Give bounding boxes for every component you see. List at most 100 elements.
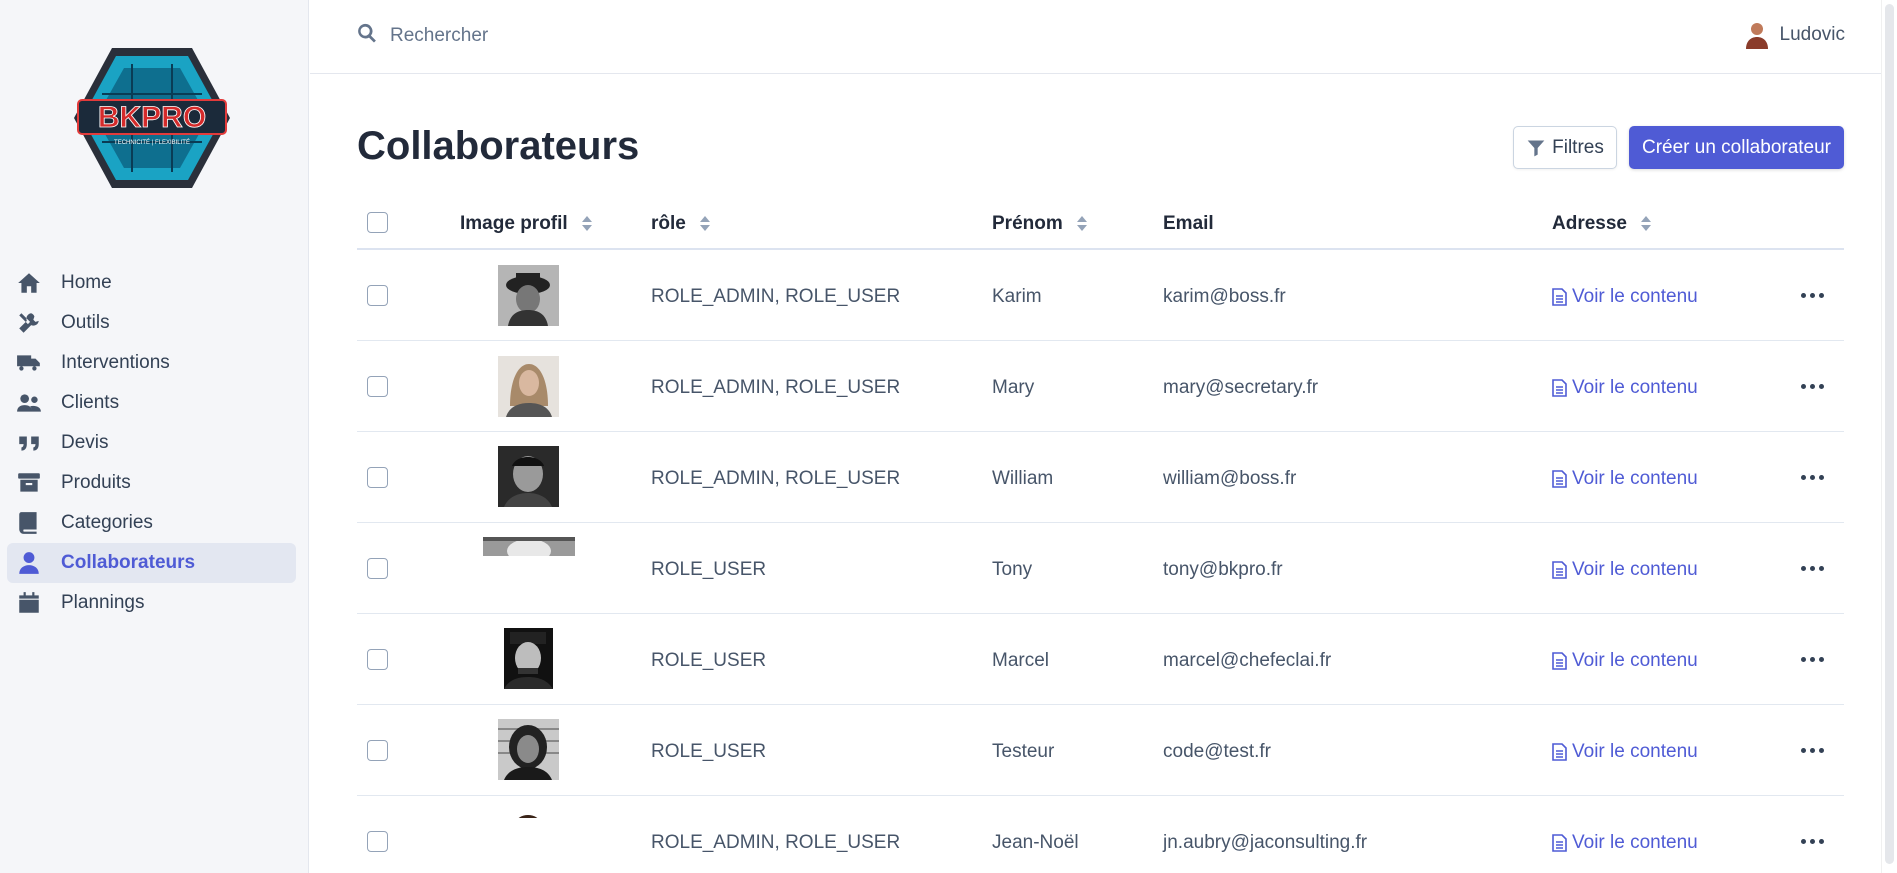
vertical-scrollbar[interactable] <box>1881 0 1897 873</box>
view-address-link[interactable]: Voir le contenu <box>1552 468 1698 490</box>
sidebar-item-label: Collaborateurs <box>61 552 196 573</box>
sidebar-item-label: Devis <box>61 432 109 453</box>
row-checkbox[interactable] <box>367 831 388 852</box>
scrollbar-thumb[interactable] <box>1885 4 1894 864</box>
table-row: ROLE_ADMIN, ROLE_USER Jean-Noël jn.aubry… <box>357 796 1844 873</box>
view-address-link[interactable]: Voir le contenu <box>1552 559 1698 581</box>
header-email: Email <box>1163 213 1214 235</box>
profile-image <box>483 537 575 556</box>
view-address-label: Voir le contenu <box>1572 468 1698 489</box>
document-icon <box>1552 743 1567 761</box>
sort-icon <box>1641 216 1651 232</box>
profile-image <box>498 719 559 780</box>
document-icon <box>1552 288 1567 306</box>
sidebar-item-interventions[interactable]: Interventions <box>7 343 296 383</box>
header-adresse[interactable]: Adresse <box>1552 213 1651 235</box>
profile-image <box>515 810 541 818</box>
sidebar-item-produits[interactable]: Produits <box>7 463 296 503</box>
view-address-link[interactable]: Voir le contenu <box>1552 650 1698 672</box>
table-row: ROLE_ADMIN, ROLE_USER Mary mary@secretar… <box>357 341 1844 432</box>
row-actions-button[interactable] <box>1797 553 1827 583</box>
table-row: ROLE_ADMIN, ROLE_USER Karim karim@boss.f… <box>357 250 1844 341</box>
header-prenom[interactable]: Prénom <box>992 213 1087 235</box>
row-actions-button[interactable] <box>1797 826 1827 856</box>
sidebar-item-label: Interventions <box>61 352 170 373</box>
sidebar-item-label: Home <box>61 272 112 293</box>
sort-icon <box>581 216 592 232</box>
sidebar-item-devis[interactable]: Devis <box>7 423 296 463</box>
cell-firstname: Karim <box>992 286 1042 307</box>
sidebar-item-label: Produits <box>61 472 131 493</box>
view-address-label: Voir le contenu <box>1572 559 1698 580</box>
sidebar-item-plannings[interactable]: Plannings <box>7 583 296 623</box>
cell-role: ROLE_ADMIN, ROLE_USER <box>651 377 901 398</box>
logo-tagline: TECHNICITÉ | FLEXIBILITÉ <box>114 139 190 146</box>
cell-firstname: Tony <box>992 559 1033 580</box>
create-collaborator-button[interactable]: Créer un collaborateur <box>1629 126 1844 169</box>
search-input[interactable] <box>390 24 790 47</box>
document-icon <box>1552 379 1567 397</box>
header-label: Prénom <box>992 213 1063 234</box>
cell-email: code@test.fr <box>1163 741 1271 762</box>
sidebar-item-collaborateurs[interactable]: Collaborateurs <box>7 543 296 583</box>
document-icon <box>1552 561 1567 579</box>
sidebar-nav: Home Outils Interventions Clients Devis … <box>7 263 296 623</box>
row-actions-button[interactable] <box>1797 644 1827 674</box>
view-address-link[interactable]: Voir le contenu <box>1552 377 1698 399</box>
user-name: Ludovic <box>1779 24 1846 45</box>
bkpro-logo[interactable]: BKPRO TECHNICITÉ | FLEXIBILITÉ <box>72 44 232 192</box>
row-actions-button[interactable] <box>1797 280 1827 310</box>
cell-role: ROLE_ADMIN, ROLE_USER <box>651 832 901 853</box>
row-actions-button[interactable] <box>1797 462 1827 492</box>
cell-email: karim@boss.fr <box>1163 286 1286 307</box>
sidebar-item-home[interactable]: Home <box>7 263 296 303</box>
row-checkbox[interactable] <box>367 467 388 488</box>
view-address-label: Voir le contenu <box>1572 286 1698 307</box>
user-menu[interactable]: Ludovic <box>1744 21 1846 49</box>
sidebar: BKPRO TECHNICITÉ | FLEXIBILITÉ Home Outi… <box>0 0 309 873</box>
sidebar-item-label: Categories <box>61 512 153 533</box>
cell-role: ROLE_ADMIN, ROLE_USER <box>651 468 901 489</box>
filter-icon <box>1527 140 1545 156</box>
cell-role: ROLE_ADMIN, ROLE_USER <box>651 286 901 307</box>
cell-firstname: William <box>992 468 1054 489</box>
table-row: ROLE_ADMIN, ROLE_USER William william@bo… <box>357 432 1844 523</box>
calendar-icon <box>7 590 61 616</box>
sidebar-item-clients[interactable]: Clients <box>7 383 296 423</box>
header-role[interactable]: rôle <box>651 213 710 235</box>
sidebar-item-categories[interactable]: Categories <box>7 503 296 543</box>
cell-role: ROLE_USER <box>651 559 767 580</box>
table-header: Image profil rôle Prénom Email Adresse <box>357 200 1844 250</box>
sidebar-item-outils[interactable]: Outils <box>7 303 296 343</box>
view-address-link[interactable]: Voir le contenu <box>1552 741 1698 763</box>
cell-firstname: Testeur <box>992 741 1055 762</box>
cell-email: william@boss.fr <box>1163 468 1297 489</box>
row-checkbox[interactable] <box>367 558 388 579</box>
row-actions-button[interactable] <box>1797 735 1827 765</box>
row-checkbox[interactable] <box>367 649 388 670</box>
select-all-checkbox[interactable] <box>367 212 388 233</box>
header-image-profil[interactable]: Image profil <box>460 213 592 235</box>
profile-image <box>498 265 559 326</box>
header-label: Adresse <box>1552 213 1627 234</box>
cell-role: ROLE_USER <box>651 741 767 762</box>
table-row: ROLE_USER Marcel marcel@chefeclai.fr Voi… <box>357 614 1844 705</box>
row-checkbox[interactable] <box>367 285 388 306</box>
view-address-link[interactable]: Voir le contenu <box>1552 832 1698 854</box>
page-title: Collaborateurs <box>357 124 640 168</box>
view-address-link[interactable]: Voir le contenu <box>1552 286 1698 308</box>
user-icon <box>7 550 61 576</box>
row-actions-button[interactable] <box>1797 371 1827 401</box>
profile-image <box>498 356 559 417</box>
row-checkbox[interactable] <box>367 740 388 761</box>
profile-image <box>498 446 559 507</box>
document-icon <box>1552 470 1567 488</box>
cell-firstname: Mary <box>992 377 1035 398</box>
tools-icon <box>7 310 61 336</box>
header-label: rôle <box>651 213 686 234</box>
row-checkbox[interactable] <box>367 376 388 397</box>
sort-icon <box>699 216 710 232</box>
document-icon <box>1552 652 1567 670</box>
filters-button-label: Filtres <box>1552 136 1604 158</box>
filters-button[interactable]: Filtres <box>1513 126 1617 169</box>
